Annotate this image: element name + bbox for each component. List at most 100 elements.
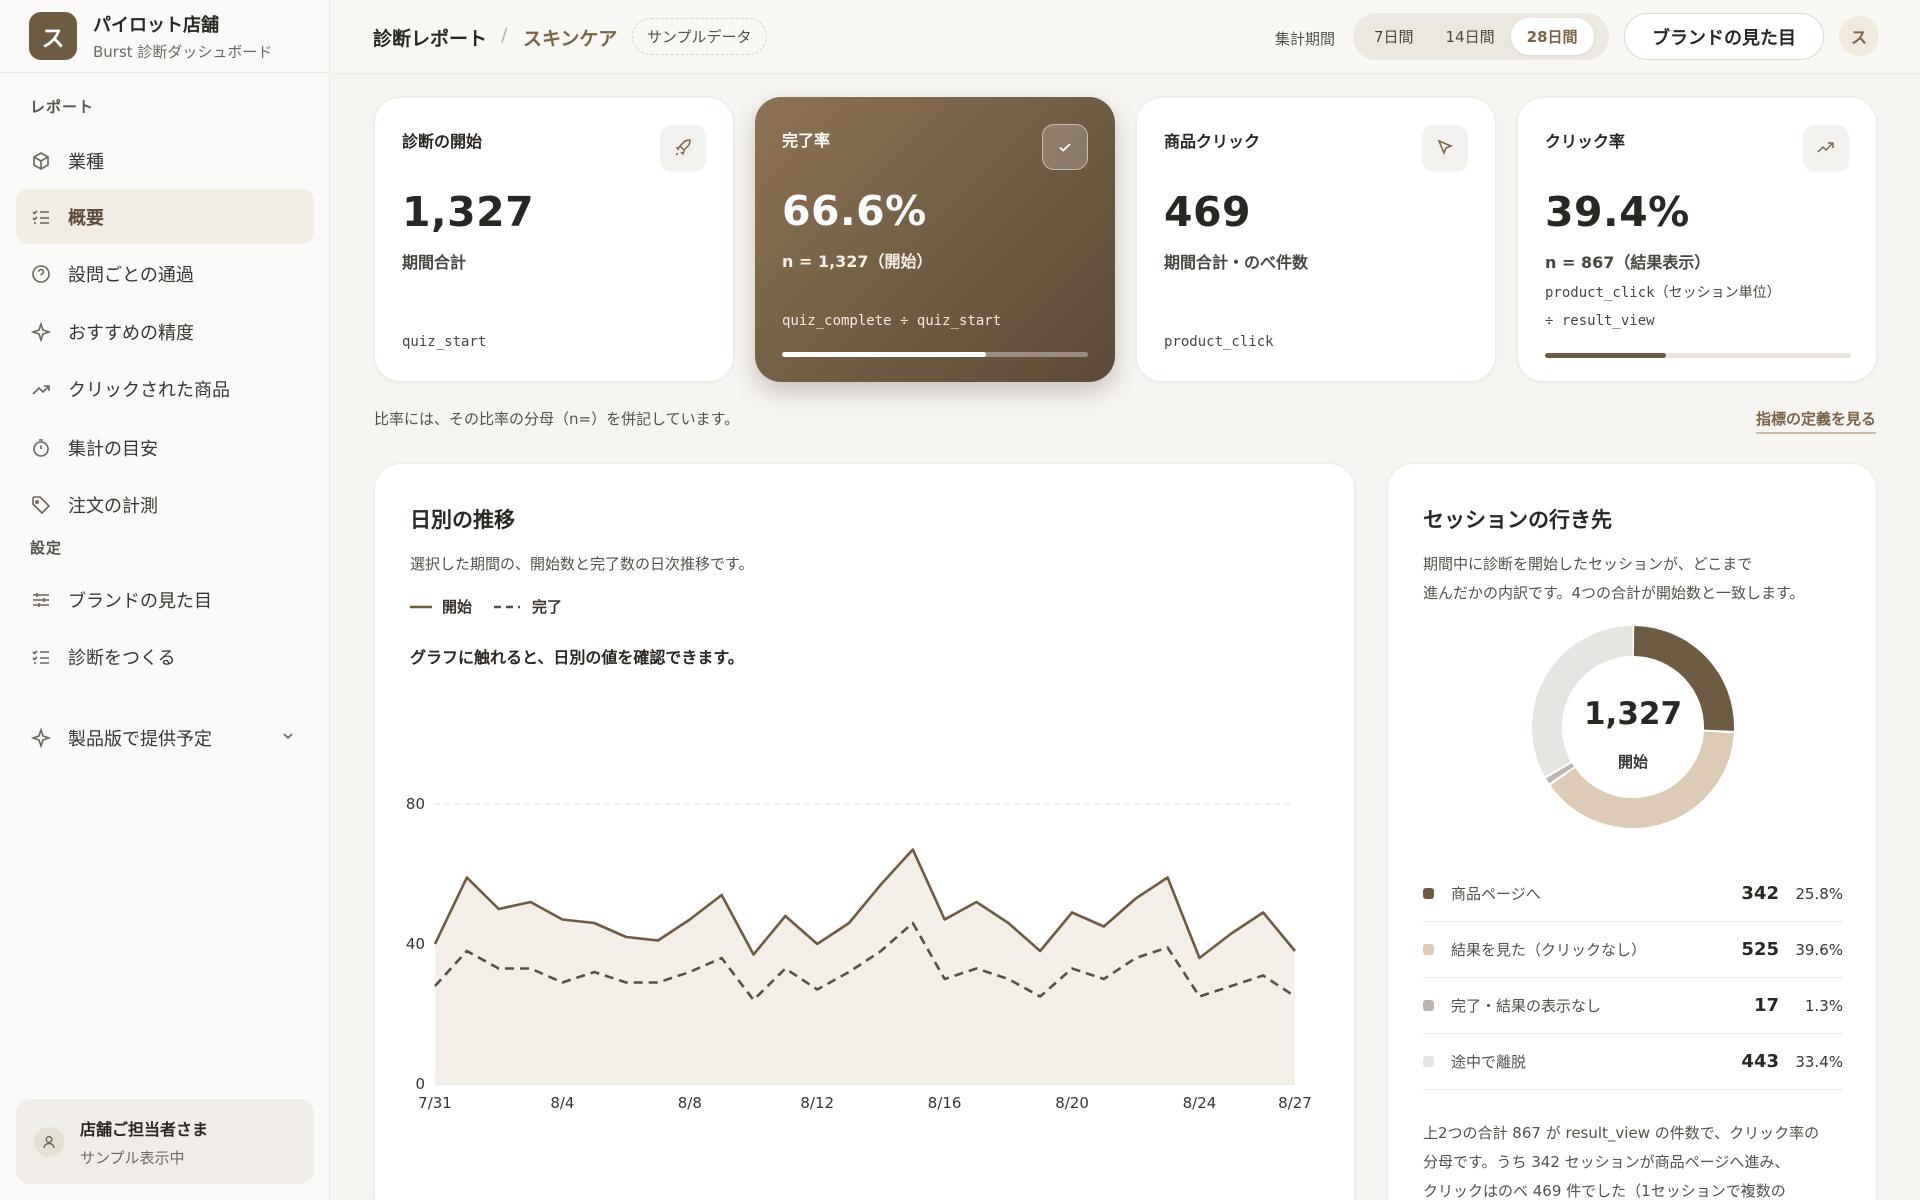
period-14-days[interactable]: 14日間: [1430, 18, 1511, 55]
kpi-card-quiz-start: 診断の開始 1,327 期間合計 quiz_start: [374, 97, 734, 382]
kpi-card-completion-rate: 完了率 66.6% n = 1,327（開始） quiz_complete ÷ …: [755, 97, 1115, 382]
legend-swatch: [1423, 1056, 1434, 1067]
period-7-days[interactable]: 7日間: [1358, 18, 1430, 55]
kpi-formula: quiz_complete ÷ quiz_start: [782, 313, 1002, 329]
list-item: 結果を見た（クリックなし） 525 39.6%: [1423, 922, 1843, 978]
sidebar-item-clicked-products[interactable]: クリックされた商品: [16, 361, 314, 416]
y-tick-label: 0: [415, 1075, 425, 1093]
sidebar-item-label: 製品版で提供予定: [68, 728, 212, 750]
sidebar-item-label: 業種: [68, 151, 104, 173]
panel-title: セッションの行き先: [1423, 508, 1612, 532]
sidebar-item-brand-appearance[interactable]: ブランドの見た目: [16, 572, 314, 627]
x-tick-label: 8/27: [1278, 1094, 1312, 1112]
sparkle-icon: [30, 321, 52, 343]
sidebar-item-label: 注文の計測: [68, 495, 158, 517]
desc-line: 期間中に診断を開始したセッションが、どこまで: [1423, 555, 1753, 573]
list-item: 完了・結果の表示なし 17 1.3%: [1423, 978, 1843, 1034]
x-tick-label: 8/20: [1055, 1094, 1089, 1112]
row-label: 完了・結果の表示なし: [1451, 997, 1602, 1015]
user-card[interactable]: 店舗ご担当者さま サンプル表示中: [16, 1099, 314, 1184]
row-value: 525: [1741, 939, 1779, 960]
row-value: 17: [1753, 995, 1779, 1016]
y-tick-label: 40: [406, 935, 425, 953]
sidebar-item-aggregation-guide[interactable]: 集計の目安: [16, 420, 314, 475]
sidebar-item-question-pass[interactable]: 設問ごとの通過: [16, 246, 314, 301]
brand-header[interactable]: ス パイロット店舗 Burst 診断ダッシュボード: [0, 0, 329, 73]
kpi-value: 469: [1164, 188, 1252, 236]
dashboard-subtitle: Burst 診断ダッシュボード: [93, 42, 273, 61]
row-percent: 1.3%: [1804, 996, 1843, 1015]
donut-segment[interactable]: [1550, 730, 1734, 828]
completion-progress-bar: [782, 352, 1088, 357]
row-label: 途中で離脱: [1451, 1053, 1527, 1071]
daily-line-chart[interactable]: 0 40 80 7/31 8/4 8/8 8/12 8/16 8/20 8/24 8/27: [395, 794, 1335, 1134]
kpi-title: クリック率: [1545, 132, 1626, 151]
donut-center-label: 開始: [1617, 753, 1648, 771]
kpi-value: 1,327: [402, 188, 535, 236]
daily-trend-panel: 日別の推移 選択した期間の、開始数と完了数の日次推移です。 開始 完了 グラフに…: [374, 463, 1355, 1200]
definitions-link[interactable]: 指標の定義を見る: [1755, 408, 1876, 434]
x-tick-label: 8/4: [550, 1094, 574, 1112]
kpi-sub: 期間合計: [402, 253, 467, 272]
period-28-days[interactable]: 28日間: [1510, 18, 1594, 55]
period-label: 集計期間: [1275, 30, 1336, 48]
x-tick-label: 7/31: [418, 1094, 452, 1112]
panel-description: 選択した期間の、開始数と完了数の日次推移です。: [410, 555, 754, 573]
brand-appearance-button[interactable]: ブランドの見た目: [1624, 13, 1824, 60]
sidebar-item-overview[interactable]: 概要: [16, 189, 314, 244]
area-fill: [435, 849, 1295, 1084]
sidebar-item-label: 設問ごとの通過: [68, 264, 194, 286]
sample-data-badge: サンプルデータ: [632, 18, 767, 55]
breadcrumb-category[interactable]: スキンケア: [523, 24, 617, 51]
chevron-down-icon: [280, 728, 296, 749]
panel-description: 期間中に診断を開始したセッションが、どこまで 進んだかの内訳です。4つの合計が開…: [1423, 550, 1805, 608]
row-value: 342: [1741, 883, 1779, 904]
click-rate-progress-bar: [1545, 353, 1851, 358]
check-icon: [1042, 124, 1088, 170]
kpi-value: 66.6%: [782, 187, 927, 235]
legend-swatch: [1423, 944, 1434, 955]
kpi-title: 診断の開始: [402, 132, 483, 151]
row-percent: 33.4%: [1795, 1052, 1843, 1071]
list-item: 途中で離脱 443 33.4%: [1423, 1034, 1843, 1090]
panel-title: 日別の推移: [410, 508, 515, 532]
period-selector: 7日間 14日間 28日間: [1353, 13, 1609, 60]
user-icon: [34, 1126, 64, 1157]
kpi-sub: n = 867（結果表示）: [1545, 253, 1711, 272]
kpi-event-code: product_click: [1164, 334, 1274, 350]
top-header: 診断レポート / スキンケア サンプルデータ 集計期間 7日間 14日間 28日…: [331, 0, 1920, 74]
sidebar-item-order-tracking[interactable]: 注文の計測: [16, 477, 314, 532]
sidebar-item-upcoming-features[interactable]: 製品版で提供予定: [16, 710, 314, 765]
kpi-formula: product_click（セッション単位）: [1545, 285, 1781, 301]
footnote-line: クリックはのべ 469 件でした（1セッションで複数の: [1423, 1182, 1786, 1200]
desc-line: 進んだかの内訳です。4つの合計が開始数と一致します。: [1423, 584, 1805, 602]
sidebar-item-industry[interactable]: 業種: [16, 133, 314, 188]
progress-fill: [782, 352, 986, 357]
kpi-value: 39.4%: [1545, 188, 1690, 236]
user-status: サンプル表示中: [80, 1148, 185, 1167]
row-value: 443: [1741, 1051, 1779, 1072]
chart-hint: グラフに触れると、日別の値を確認できます。: [410, 648, 744, 667]
sidebar-item-label: クリックされた商品: [68, 379, 230, 401]
donut-center-value: 1,327: [1583, 696, 1683, 732]
legend-swatch: [1423, 888, 1434, 899]
sidebar-item-label: ブランドの見た目: [68, 590, 212, 612]
avatar[interactable]: ス: [1839, 16, 1879, 56]
kpi-card-click-rate: クリック率 39.4% n = 867（結果表示） product_click（…: [1517, 97, 1877, 382]
trend-up-icon: [1803, 125, 1849, 171]
sparkle-icon: [30, 727, 52, 749]
cursor-icon: [1422, 125, 1468, 171]
progress-fill: [1545, 353, 1666, 358]
row-label: 商品ページへ: [1451, 885, 1541, 903]
row-label: 結果を見た（クリックなし）: [1451, 941, 1647, 959]
sidebar-item-recommend-accuracy[interactable]: おすすめの精度: [16, 304, 314, 359]
breadcrumb-root[interactable]: 診断レポート: [373, 24, 487, 51]
brand-logo: ス: [29, 12, 77, 60]
section-label-settings: 設定: [30, 539, 63, 557]
sidebar-item-create-quiz[interactable]: 診断をつくる: [16, 629, 314, 684]
x-tick-label: 8/12: [800, 1094, 834, 1112]
trend-up-icon: [30, 378, 52, 400]
legend-complete: 完了: [532, 598, 563, 616]
rocket-icon: [660, 125, 706, 171]
kpi-event-code: quiz_start: [402, 334, 487, 350]
